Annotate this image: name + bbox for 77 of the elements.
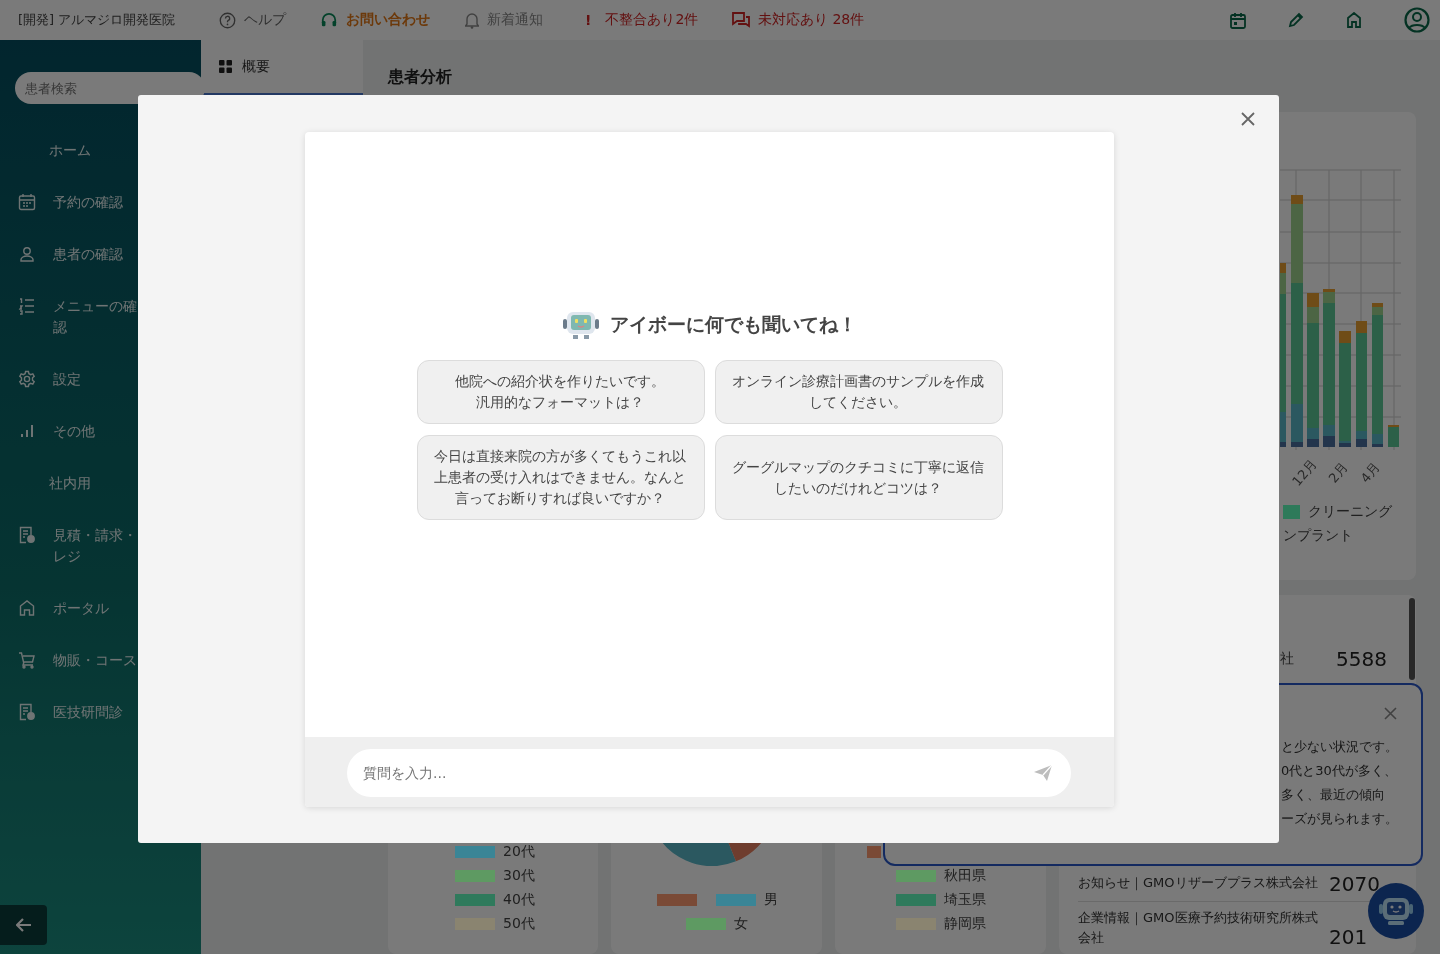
axis-label: 2月 xyxy=(1324,459,1352,487)
page-title: 患者分析 xyxy=(388,66,453,87)
legend-label: 30代 xyxy=(503,867,535,885)
sidebar-item[interactable]: 医技研問診 xyxy=(53,701,137,723)
header-link[interactable]: 未対応あり 28件 xyxy=(732,11,865,29)
sidebar-item[interactable]: ポータル xyxy=(53,597,137,619)
chat-title: アイボーに何でも聞いてね！ xyxy=(610,312,857,337)
calendar-icon xyxy=(18,192,36,211)
axis-label: 4月 xyxy=(1356,459,1384,487)
bell-icon xyxy=(465,11,479,29)
suggestion-button[interactable]: 今日は直接来院の方が多くてもうこれ以上患者の受け入れはできません。なんと言ってお断りすれば良いですか？ xyxy=(416,435,705,520)
sidebar-item[interactable]: 設定 xyxy=(53,368,137,390)
sidebar-item[interactable]: ホーム xyxy=(49,139,133,161)
home-icon[interactable] xyxy=(1346,12,1362,28)
suggestion-button[interactable]: オンライン診療計画書のサンプルを作成してください。 xyxy=(714,360,1003,424)
legend-label: ンプラント xyxy=(1283,527,1353,545)
popup-text: 0代と30代が多く、 xyxy=(1281,762,1398,780)
pencil-icon[interactable] xyxy=(1288,12,1304,28)
sidebar-item[interactable]: 患者の確認 xyxy=(53,243,137,265)
document-icon xyxy=(18,525,36,544)
suggestion-button[interactable]: グーグルマップのクチコミに丁寧に返信したいのだけれどコツは？ xyxy=(714,435,1003,520)
axis-label: 12月 xyxy=(1288,455,1321,491)
news-count: 2070 xyxy=(1329,873,1380,895)
legend-label: 40代 xyxy=(503,891,535,909)
calendar-icon[interactable] xyxy=(1230,11,1246,29)
tab[interactable]: 概要 xyxy=(201,40,363,95)
news-title[interactable]: お知らせ｜GMOリザーブプラス株式会社 xyxy=(1078,873,1323,893)
news-title[interactable]: 企業情報｜GMO医療予約技術研究所株式会社 xyxy=(1078,908,1323,948)
arrow-left-icon xyxy=(15,918,32,932)
header-link[interactable]: お問い合わせ xyxy=(320,11,465,29)
search-field[interactable]: 患者検索 xyxy=(15,72,205,104)
legend-label: 秋田県 xyxy=(944,867,986,885)
sidebar-item[interactable]: 見積・請求・レジ xyxy=(53,524,137,567)
person-icon xyxy=(18,244,36,263)
list-icon xyxy=(18,296,36,315)
stat-value: 5588 xyxy=(1336,647,1387,671)
bar-segment xyxy=(1323,436,1335,447)
bar-segment xyxy=(1307,293,1319,307)
cart-icon xyxy=(18,650,36,669)
collapse-button[interactable] xyxy=(0,905,47,945)
legend-label: 女 xyxy=(734,915,748,933)
legend-label: 埼玉県 xyxy=(944,891,986,909)
popup-text: ーズが見られます。 xyxy=(1281,810,1399,828)
send-icon[interactable] xyxy=(1033,764,1053,782)
header-link[interactable]: ! 不整合あり2件 xyxy=(585,11,732,29)
legend-label: 20代 xyxy=(503,843,535,861)
sidebar-item[interactable]: 物販・コース xyxy=(53,649,137,671)
help-icon xyxy=(219,11,236,29)
grid-icon xyxy=(219,60,232,73)
sidebar-item[interactable]: その他 xyxy=(53,420,137,442)
sidebar-item[interactable]: 社内用 xyxy=(49,472,133,494)
home-icon xyxy=(18,598,36,617)
sidebar-item[interactable]: 予約の確認 xyxy=(53,191,137,213)
suggestion-button[interactable]: 他院への紹介状を作りたいです。汎用的なフォーマットは？ xyxy=(416,360,705,424)
stat-label: 社 xyxy=(1280,650,1295,668)
news-count: 201 xyxy=(1329,926,1368,948)
legend-label: クリーニング xyxy=(1308,503,1392,521)
robot-icon xyxy=(1378,896,1414,926)
scrollbar[interactable] xyxy=(1409,598,1415,680)
document-icon xyxy=(18,702,36,721)
gear-icon xyxy=(18,369,36,388)
popup-text: 多く、最近の傾向 xyxy=(1281,786,1386,804)
close-icon[interactable] xyxy=(1240,111,1256,127)
popup-text: と少ない状況です。 xyxy=(1281,738,1399,756)
legend-label: 静岡県 xyxy=(944,915,986,933)
headset-icon xyxy=(320,12,338,28)
avatar-icon[interactable] xyxy=(1404,7,1430,33)
legend-label: 男 xyxy=(764,891,778,909)
chat-icon xyxy=(732,12,750,28)
clinic-name: [開発] アルマジロ開発医院 xyxy=(18,11,177,29)
robot-icon xyxy=(562,310,600,340)
close-icon[interactable] xyxy=(1384,707,1397,720)
legend-label: 50代 xyxy=(503,915,535,933)
question-field[interactable]: 質問を入力... xyxy=(347,749,1071,797)
sidebar-item[interactable]: メニューの確認 xyxy=(53,295,137,338)
exclamation-icon: ! xyxy=(585,12,592,28)
header-link[interactable]: ヘルプ xyxy=(219,11,320,29)
